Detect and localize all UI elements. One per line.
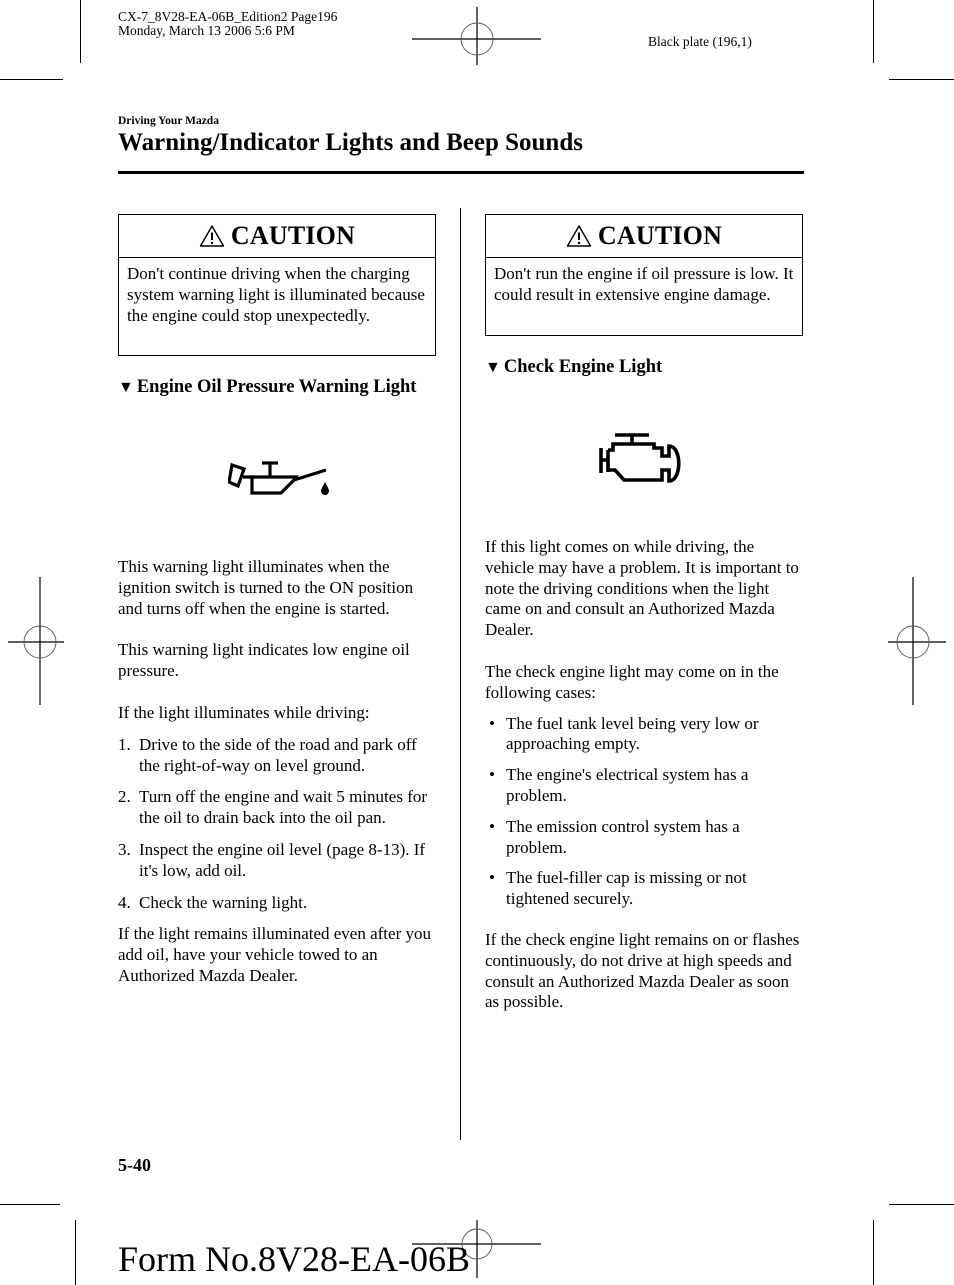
- list-item: 4. Check the warning light.: [118, 893, 440, 914]
- list-item: 2. Turn off the engine and wait 5 minute…: [118, 787, 440, 829]
- paragraph: This warning light indicates low engine …: [118, 640, 410, 681]
- caution-text: Don't continue driving when the charging…: [127, 264, 425, 325]
- left-body: This warning light illuminates when the …: [118, 557, 440, 987]
- triangle-marker-icon: ▼: [118, 378, 134, 396]
- caution-text: Don't run the engine if oil pressure is …: [494, 264, 794, 304]
- list-item: • The fuel tank level being very low or …: [485, 714, 807, 756]
- step-number: 1.: [118, 734, 131, 754]
- heading-text: Check Engine Light: [503, 357, 663, 377]
- list-item: • The emission control system has a prob…: [485, 817, 807, 859]
- cases-list: • The fuel tank level being very low or …: [485, 714, 807, 910]
- bullet-icon: •: [489, 765, 495, 785]
- heading-oil-pressure: ▼ Engine Oil Pressure Warning Light: [118, 377, 416, 398]
- step-text: Inspect the engine oil level (page 8-13)…: [139, 839, 426, 880]
- crop-mark: [80, 0, 81, 63]
- crop-mark: [873, 0, 874, 63]
- paragraph: If this light comes on while driving, th…: [485, 537, 799, 640]
- registration-mark-right: [888, 577, 946, 705]
- crop-mark: [0, 1204, 60, 1205]
- bullet-text: The emission control system has a proble…: [506, 816, 740, 857]
- list-item: 1. Drive to the side of the road and par…: [118, 735, 440, 777]
- step-text: Drive to the side of the road and park o…: [139, 734, 417, 775]
- column-divider: [460, 208, 461, 1140]
- bullet-text: The fuel tank level being very low or ap…: [506, 713, 759, 754]
- step-number: 4.: [118, 892, 131, 912]
- crop-mark: [873, 1220, 874, 1285]
- warning-triangle-icon: [199, 225, 225, 247]
- form-number: Form No.8V28-EA-06B: [118, 1239, 470, 1279]
- caution-label: CAUTION: [597, 221, 723, 250]
- check-engine-icon: [599, 433, 681, 483]
- step-number: 3.: [118, 839, 131, 859]
- list-item: 3. Inspect the engine oil level (page 8-…: [118, 840, 440, 882]
- title-rule: [118, 171, 804, 174]
- warning-triangle-icon: [566, 225, 592, 247]
- paragraph: The check engine light may come on in th…: [485, 661, 779, 702]
- caution-header: CAUTION: [486, 215, 802, 258]
- steps-list: 1. Drive to the side of the road and par…: [118, 735, 440, 914]
- crop-mark: [0, 79, 63, 80]
- list-item: • The engine's electrical system has a p…: [485, 765, 807, 807]
- section-label: Driving Your Mazda: [118, 115, 219, 127]
- step-number: 2.: [118, 787, 131, 807]
- registration-mark-top: [412, 7, 541, 65]
- crop-mark: [75, 1220, 76, 1285]
- registration-mark-left: [8, 577, 64, 705]
- right-body: If this light comes on while driving, th…: [485, 537, 807, 1013]
- paragraph: If the light illuminates while driving:: [118, 702, 370, 722]
- bullet-icon: •: [489, 868, 495, 888]
- bullet-icon: •: [489, 713, 495, 733]
- page-number: 5-40: [118, 1155, 151, 1175]
- step-text: Check the warning light.: [139, 892, 308, 912]
- crop-mark: [889, 79, 954, 80]
- caution-header: CAUTION: [119, 215, 435, 258]
- caution-label: CAUTION: [230, 221, 356, 250]
- list-item: • The fuel-filler cap is missing or not …: [485, 868, 807, 910]
- step-text: Turn off the engine and wait 5 minutes f…: [139, 787, 428, 828]
- bullet-icon: •: [489, 816, 495, 836]
- paragraph: If the light remains illuminated even af…: [118, 924, 431, 985]
- crop-mark: [889, 1204, 954, 1205]
- bullet-text: The engine's electrical system has a pro…: [506, 765, 749, 805]
- heading-text: Engine Oil Pressure Warning Light: [136, 377, 417, 397]
- paragraph: This warning light illuminates when the …: [118, 557, 414, 618]
- heading-check-engine: ▼ Check Engine Light: [485, 357, 662, 378]
- caution-box-charging: CAUTION Don't continue driving when the …: [118, 214, 436, 356]
- paragraph: If the check engine light remains on or …: [485, 929, 800, 1012]
- bullet-text: The fuel-filler cap is missing or not ti…: [506, 868, 747, 909]
- caution-box-oil: CAUTION Don't run the engine if oil pres…: [485, 214, 803, 336]
- oil-can-icon: [228, 461, 329, 495]
- triangle-marker-icon: ▼: [485, 358, 501, 376]
- print-date-line: Monday, March 13 2006 5:6 PM: [118, 23, 295, 38]
- black-plate-label: Black plate (196,1): [648, 34, 752, 49]
- page-title: Warning/Indicator Lights and Beep Sounds: [118, 129, 583, 156]
- print-file-line: CX-7_8V28-EA-06B_Edition2 Page196: [118, 9, 338, 24]
